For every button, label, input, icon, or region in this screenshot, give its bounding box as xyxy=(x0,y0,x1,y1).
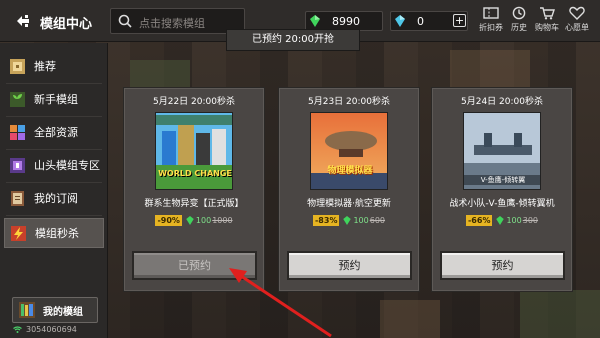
signal-icon xyxy=(13,326,22,333)
reserved-button[interactable]: 已预约 xyxy=(132,251,257,280)
my-mods-label: 我的模组 xyxy=(43,306,83,318)
sidebar-item-beginner[interactable]: 新手模组 xyxy=(4,84,104,114)
flash-sale-card[interactable]: 5月23日 20:00秒杀 物理模拟器 物理模拟器·航空更新 -83% 100 … xyxy=(278,87,420,292)
original-price: 300 xyxy=(522,216,539,225)
sidebar-item-recommend[interactable]: 推荐 xyxy=(4,51,104,81)
mod-name: 群系生物异变【正式版】 xyxy=(144,199,244,209)
price-row: -83% 100 600 xyxy=(279,215,419,226)
search-placeholder: 点击搜索模组 xyxy=(139,17,205,30)
history-icon xyxy=(512,6,526,20)
cart-button[interactable]: 购物车 xyxy=(533,6,561,33)
thumbnail-caption: WORLD CHANGE xyxy=(158,169,232,178)
green-currency[interactable]: 8990 xyxy=(305,11,383,31)
sprout-icon xyxy=(10,91,25,107)
thumbnail-caption: 物理模拟器 xyxy=(327,166,373,176)
my-mods-button[interactable]: 我的模组 xyxy=(12,297,98,323)
green-gem-icon xyxy=(310,15,320,27)
sidebar-item-mountain-zone[interactable]: 山头模组专区 xyxy=(4,150,104,180)
recommend-icon xyxy=(10,58,25,74)
flash-sale-card[interactable]: 5月22日 20:00秒杀 WORLD CHANGE 群系生物异变【正式版】 -… xyxy=(123,87,265,292)
bookshelf-icon xyxy=(19,302,35,318)
blocks-icon xyxy=(10,124,25,140)
sale-time: 5月22日 20:00秒杀 xyxy=(153,97,235,107)
original-price: 600 xyxy=(369,216,386,225)
sale-time: 5月23日 20:00秒杀 xyxy=(308,97,390,107)
green-gem-icon xyxy=(343,216,352,225)
coupon-button[interactable]: 折扣券 xyxy=(477,6,505,33)
mod-name: 战术小队-V-鱼鹰-倾转翼机 xyxy=(449,199,555,209)
sidebar-item-label: 推荐 xyxy=(34,60,56,73)
sidebar-item-label: 我的订阅 xyxy=(34,192,78,205)
recharge-button[interactable]: + xyxy=(453,14,466,27)
sidebar-item-label: 新手模组 xyxy=(34,93,78,106)
history-label: 历史 xyxy=(511,23,527,32)
sale-price: 100 xyxy=(353,216,369,225)
discount-badge: -83% xyxy=(312,215,340,226)
sidebar: 推荐 新手模组 全部资源 山头模组专区 我的订阅 模组秒杀 xyxy=(0,43,108,338)
original-price: 1000 xyxy=(212,216,233,225)
cart-label: 购物车 xyxy=(535,23,559,32)
sidebar-item-label: 模组秒杀 xyxy=(35,227,79,240)
sale-price: 100 xyxy=(195,216,212,225)
discount-badge: -66% xyxy=(465,215,493,226)
sidebar-item-label: 全部资源 xyxy=(34,126,78,139)
sidebar-item-label: 山头模组专区 xyxy=(34,159,100,172)
green-gem-icon xyxy=(186,216,194,225)
blue-currency-value: 0 xyxy=(417,15,424,28)
thumbnail-caption: V-鱼鹰-倾转翼 xyxy=(464,175,540,185)
user-id-text: 3054060694 xyxy=(26,325,77,334)
coupon-label: 折扣券 xyxy=(479,23,503,32)
reserve-button[interactable]: 预约 xyxy=(440,251,565,280)
cart-icon xyxy=(540,7,555,20)
mod-center-icon[interactable] xyxy=(14,12,32,30)
portal-icon xyxy=(10,157,25,173)
price-row: -90% 100 1000 xyxy=(124,215,264,226)
page-title: 模组中心 xyxy=(40,17,93,32)
mod-thumbnail[interactable]: V-鱼鹰-倾转翼 xyxy=(463,112,541,190)
discount-badge: -90% xyxy=(155,215,182,226)
reserve-button[interactable]: 预约 xyxy=(287,251,412,280)
sale-price: 100 xyxy=(506,216,522,225)
green-gem-icon xyxy=(496,216,505,225)
history-button[interactable]: 历史 xyxy=(505,6,533,33)
user-id: 3054060694 xyxy=(13,325,77,334)
sale-time: 5月24日 20:00秒杀 xyxy=(461,97,543,107)
subscribe-icon xyxy=(11,190,24,206)
blue-gem-icon xyxy=(395,15,405,27)
wishlist-button[interactable]: 心愿单 xyxy=(563,6,591,33)
reservation-toast: 已预约 20:00开抢 xyxy=(226,29,360,51)
mod-thumbnail[interactable]: 物理模拟器 xyxy=(310,112,388,190)
search-input[interactable]: 点击搜索模组 xyxy=(110,8,245,34)
divider xyxy=(6,215,102,216)
flash-icon xyxy=(11,225,26,241)
green-currency-value: 8990 xyxy=(332,15,360,28)
search-icon xyxy=(118,14,132,28)
mod-name: 物理模拟器·航空更新 xyxy=(307,199,391,209)
price-row: -66% 100 300 xyxy=(432,215,572,226)
wishlist-label: 心愿单 xyxy=(565,23,589,32)
coupon-icon xyxy=(483,7,499,19)
sidebar-item-all-resources[interactable]: 全部资源 xyxy=(4,117,104,147)
sidebar-item-subscriptions[interactable]: 我的订阅 xyxy=(4,183,104,213)
heart-icon xyxy=(569,6,585,20)
flash-sale-card[interactable]: 5月24日 20:00秒杀 V-鱼鹰-倾转翼 战术小队-V-鱼鹰-倾转翼机 -6… xyxy=(431,87,573,292)
mod-thumbnail[interactable]: WORLD CHANGE xyxy=(155,112,233,190)
sidebar-item-flash-sale[interactable]: 模组秒杀 xyxy=(4,218,104,248)
